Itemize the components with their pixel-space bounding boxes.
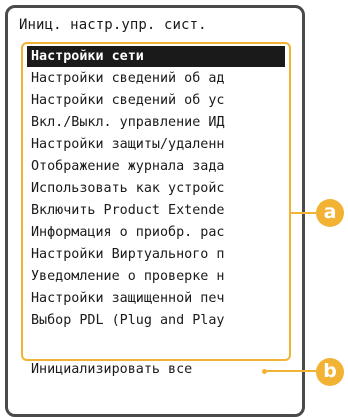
menu-item-security-remote[interactable]: Настройки защиты/удаленн	[27, 134, 285, 155]
menu-item-check-notification[interactable]: Уведомление о проверке н	[27, 266, 285, 287]
menu-item-use-as-device[interactable]: Использовать как устройс	[27, 178, 285, 199]
screen-title: Иниц. настр.упр. сист.	[19, 17, 207, 33]
menu-item-pdl-selection[interactable]: Выбор PDL (Plug and Play	[27, 310, 285, 331]
callout-a-line	[290, 212, 316, 214]
menu-item-virtual-settings[interactable]: Настройки Виртуального п	[27, 244, 285, 265]
menu-item-dept-id-management[interactable]: Вкл./Выкл. управление ИД	[27, 112, 285, 133]
menu-item-consumables-info[interactable]: Информация о приобр. рас	[27, 222, 285, 243]
initialize-all-item[interactable]: Инициализировать все	[27, 360, 192, 380]
menu-item-network-settings[interactable]: Настройки сети	[27, 46, 285, 67]
menu-item-address-info[interactable]: Настройки сведений об ад	[27, 68, 285, 89]
menu-item-device-info[interactable]: Настройки сведений об ус	[27, 90, 285, 111]
menu-item-secure-print[interactable]: Настройки защищенной печ	[27, 288, 285, 309]
callout-b-badge: b	[316, 358, 344, 386]
callout-b-line	[266, 370, 316, 372]
menu-item-product-extended[interactable]: Включить Product Extende	[27, 200, 285, 221]
callout-a-badge: a	[316, 199, 344, 227]
lcd-screen: Иниц. настр.упр. сист. Настройки сети На…	[5, 5, 305, 417]
menu-item-job-log-display[interactable]: Отображение журнала зада	[27, 156, 285, 177]
